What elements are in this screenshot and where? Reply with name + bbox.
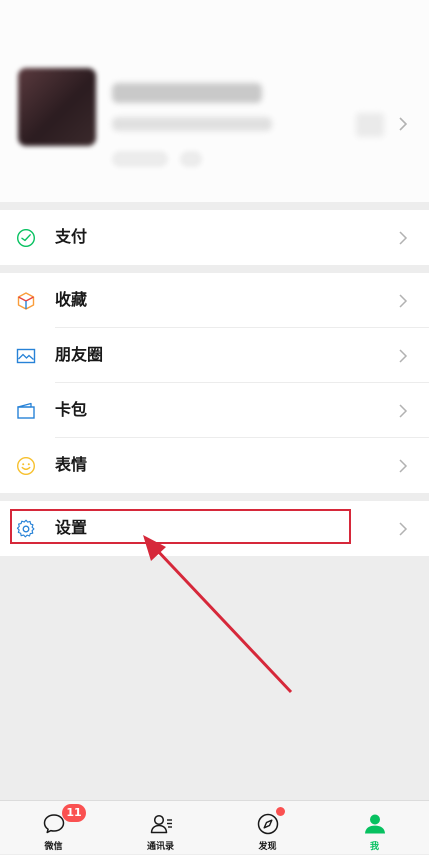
blurred-nickname <box>112 83 262 103</box>
unread-badge: 11 <box>62 804 86 822</box>
menu-item-favorites[interactable]: 收藏 <box>0 273 429 328</box>
tab-chats[interactable]: 11 微信 <box>0 801 107 855</box>
chevron-right-icon <box>399 231 408 245</box>
discover-notification-dot <box>276 807 285 816</box>
tab-label: 我 <box>369 842 379 852</box>
menu-item-label: 支付 <box>55 227 88 246</box>
pay-icon <box>16 228 36 248</box>
blurred-status-chip[interactable] <box>112 151 168 167</box>
tab-label: 通讯录 <box>146 842 174 852</box>
favorites-cube-icon <box>17 292 35 310</box>
contacts-icon <box>150 814 172 834</box>
features-group: 收藏 朋友圈 卡包 表情 <box>0 273 429 493</box>
chevron-right-icon <box>399 522 408 536</box>
annotation-highlight-box <box>10 509 351 544</box>
menu-item-label: 朋友圈 <box>55 345 104 364</box>
smiley-face-icon <box>16 456 36 476</box>
menu-item-cards[interactable]: 卡包 <box>0 383 429 438</box>
chevron-right-icon <box>399 349 408 363</box>
moments-picture-icon <box>16 348 36 364</box>
menu-item-label: 卡包 <box>55 400 88 419</box>
chevron-right-icon <box>399 404 408 418</box>
tab-discover[interactable]: 发现 <box>214 801 321 855</box>
menu-item-pay[interactable]: 支付 <box>0 210 429 265</box>
tab-label: 微信 <box>44 842 63 852</box>
tab-contacts[interactable]: 通讯录 <box>107 801 214 855</box>
menu-item-stickers[interactable]: 表情 <box>0 438 429 493</box>
profile-header[interactable] <box>0 0 429 202</box>
menu-item-label: 收藏 <box>55 290 88 309</box>
avatar[interactable] <box>18 68 96 146</box>
blurred-wechat-id <box>112 117 272 131</box>
person-icon <box>364 814 385 834</box>
pay-group: 支付 <box>0 210 429 265</box>
menu-item-moments[interactable]: 朋友圈 <box>0 328 429 383</box>
qr-code-icon[interactable] <box>356 113 384 137</box>
tab-me[interactable]: 我 <box>321 801 428 855</box>
card-wallet-icon <box>17 402 35 419</box>
chevron-right-icon <box>399 459 408 473</box>
menu-item-label: 表情 <box>55 455 88 474</box>
blurred-status-chip-secondary[interactable] <box>180 151 202 167</box>
chevron-right-icon <box>399 294 408 308</box>
bottom-tab-bar: 11 微信 通讯录 发现 我 <box>0 800 429 854</box>
profile-chevron-icon <box>399 117 408 131</box>
tab-label: 发现 <box>258 842 277 852</box>
